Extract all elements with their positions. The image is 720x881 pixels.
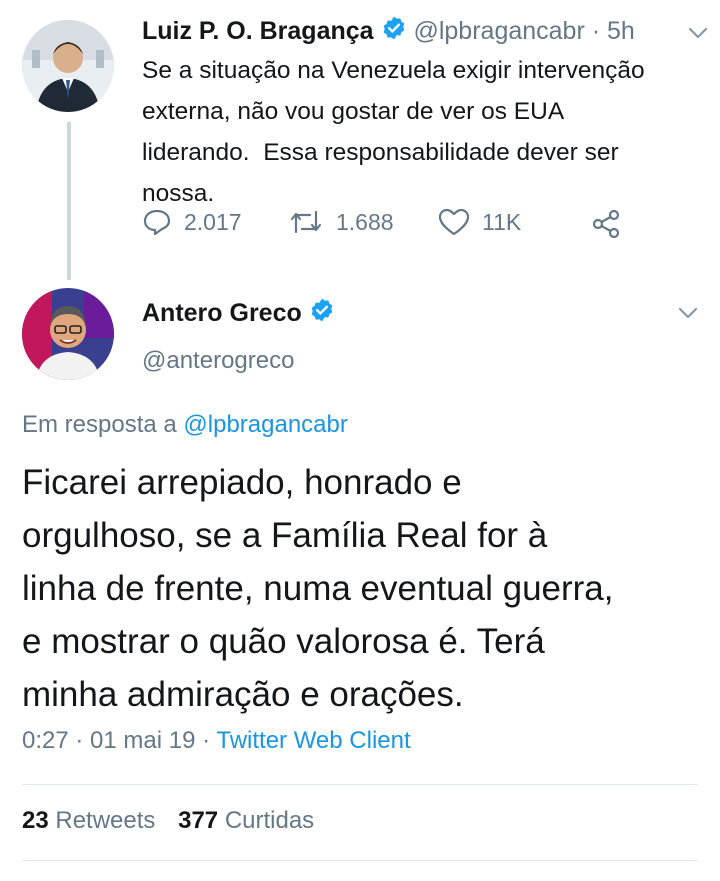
- share-icon: [592, 209, 620, 238]
- reply-button[interactable]: 2.017: [142, 208, 242, 236]
- reply-count: 2.017: [184, 208, 242, 235]
- reply-icon: [143, 209, 171, 236]
- chevron-down-icon[interactable]: [678, 306, 698, 325]
- tweet1-time[interactable]: 5h: [607, 17, 635, 45]
- share-button[interactable]: [590, 208, 634, 238]
- likes-label: Curtidas: [224, 807, 315, 834]
- reply-to-link[interactable]: @lpbragancabr: [183, 411, 347, 438]
- retweet-count: 1.688: [336, 208, 394, 235]
- verified-badge-icon: [309, 297, 335, 332]
- tweet1-handle[interactable]: @lpbragancabr: [413, 17, 584, 45]
- tweet2-author[interactable]: Antero Greco: [142, 296, 335, 332]
- tweet2-date[interactable]: 01 mai 19: [90, 727, 195, 754]
- avatar-antero[interactable]: [22, 288, 114, 380]
- chevron-down-icon[interactable]: [688, 26, 708, 45]
- reply-prefix: Em resposta a: [22, 411, 184, 438]
- likes-stat[interactable]: 377 Curtidas: [178, 807, 314, 834]
- verified-badge-icon: [381, 15, 407, 50]
- tweet2-source-link[interactable]: Twitter Web Client: [216, 727, 410, 754]
- heart-icon: [438, 208, 470, 236]
- divider: [22, 784, 698, 785]
- tweet2-handle[interactable]: @anterogreco: [142, 344, 294, 378]
- tweet1-separator: ·: [584, 17, 608, 45]
- meta-separator: ·: [195, 727, 217, 754]
- tweet1-header: Luiz P. O. Bragança @lpbragancabr · 5h: [142, 14, 635, 50]
- retweets-stat[interactable]: 23 Retweets: [22, 807, 162, 834]
- retweet-button[interactable]: 1.688: [288, 208, 394, 236]
- tweet2-stats: 23 Retweets 377 Curtidas: [22, 804, 314, 838]
- like-button[interactable]: 11K: [438, 208, 521, 236]
- tweet2-author-name[interactable]: Antero Greco: [142, 299, 302, 327]
- like-count: 11K: [482, 208, 522, 235]
- tweet2-time[interactable]: 0:27: [22, 727, 69, 754]
- tweet1-author-name[interactable]: Luiz P. O. Bragança: [142, 17, 374, 45]
- retweets-label: Retweets: [55, 807, 156, 834]
- reply-context: Em resposta a @lpbragancabr: [22, 408, 348, 442]
- avatar-luiz[interactable]: [22, 20, 114, 112]
- tweet1-text: Se a situação na Venezuela exigir interv…: [142, 57, 645, 207]
- thread-connector-line: [67, 122, 71, 280]
- tweet2-meta: 0:27 · 01 mai 19 · Twitter Web Client: [22, 724, 411, 758]
- retweets-count: 23: [22, 807, 49, 834]
- likes-count: 377: [178, 807, 219, 834]
- meta-separator: ·: [68, 727, 91, 754]
- tweet2-text: Ficarei arrepiado, honrado e orgulhoso, …: [22, 463, 614, 714]
- retweet-icon: [290, 210, 322, 234]
- divider: [22, 860, 698, 861]
